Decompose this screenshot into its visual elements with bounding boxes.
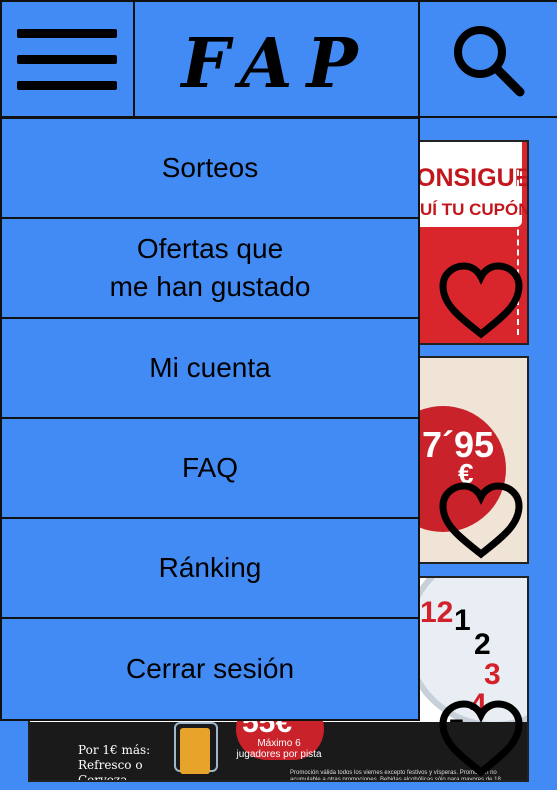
drink-image xyxy=(180,728,210,774)
menu-item-sorteos[interactable]: Sorteos xyxy=(2,119,418,219)
heart-icon[interactable] xyxy=(438,698,524,778)
menu-button[interactable] xyxy=(0,0,135,118)
promo-text: Por 1€ más: Refresco o Cerveza xyxy=(78,743,151,782)
hamburger-menu-icon[interactable] xyxy=(17,29,117,107)
menu-item-my-account[interactable]: Mi cuenta xyxy=(2,319,418,419)
navigation-menu: Sorteos Ofertas que me han gustado Mi cu… xyxy=(0,117,420,721)
offer-card[interactable]: ONSIGUE UÍ TU CUPÓN xyxy=(408,140,529,345)
clock-number: 12 xyxy=(420,596,454,629)
menu-item-logout[interactable]: Cerrar sesión xyxy=(2,619,418,719)
search-button[interactable] xyxy=(418,0,557,118)
menu-item-ranking[interactable]: Ránking xyxy=(2,519,418,619)
app-logo[interactable]: FAP xyxy=(135,24,418,104)
app-header: FAP xyxy=(0,0,557,118)
logo-container[interactable]: FAP xyxy=(133,0,420,118)
menu-item-faq[interactable]: FAQ xyxy=(2,419,418,519)
menu-item-liked-offers[interactable]: Ofertas que me han gustado xyxy=(2,219,418,319)
badge-note: Máximo 6 jugadores por pista xyxy=(236,738,322,760)
heart-icon[interactable] xyxy=(438,260,524,340)
clock-number: 3 xyxy=(484,658,501,691)
clock-number: 2 xyxy=(474,628,491,661)
search-icon[interactable] xyxy=(450,24,530,104)
clock-number: 1 xyxy=(454,604,471,637)
offer-title: ONSIGUE xyxy=(416,164,529,192)
heart-icon[interactable] xyxy=(438,480,524,560)
offer-card[interactable]: 7´95 € xyxy=(408,356,529,564)
offer-subtitle: UÍ TU CUPÓN xyxy=(420,200,529,219)
